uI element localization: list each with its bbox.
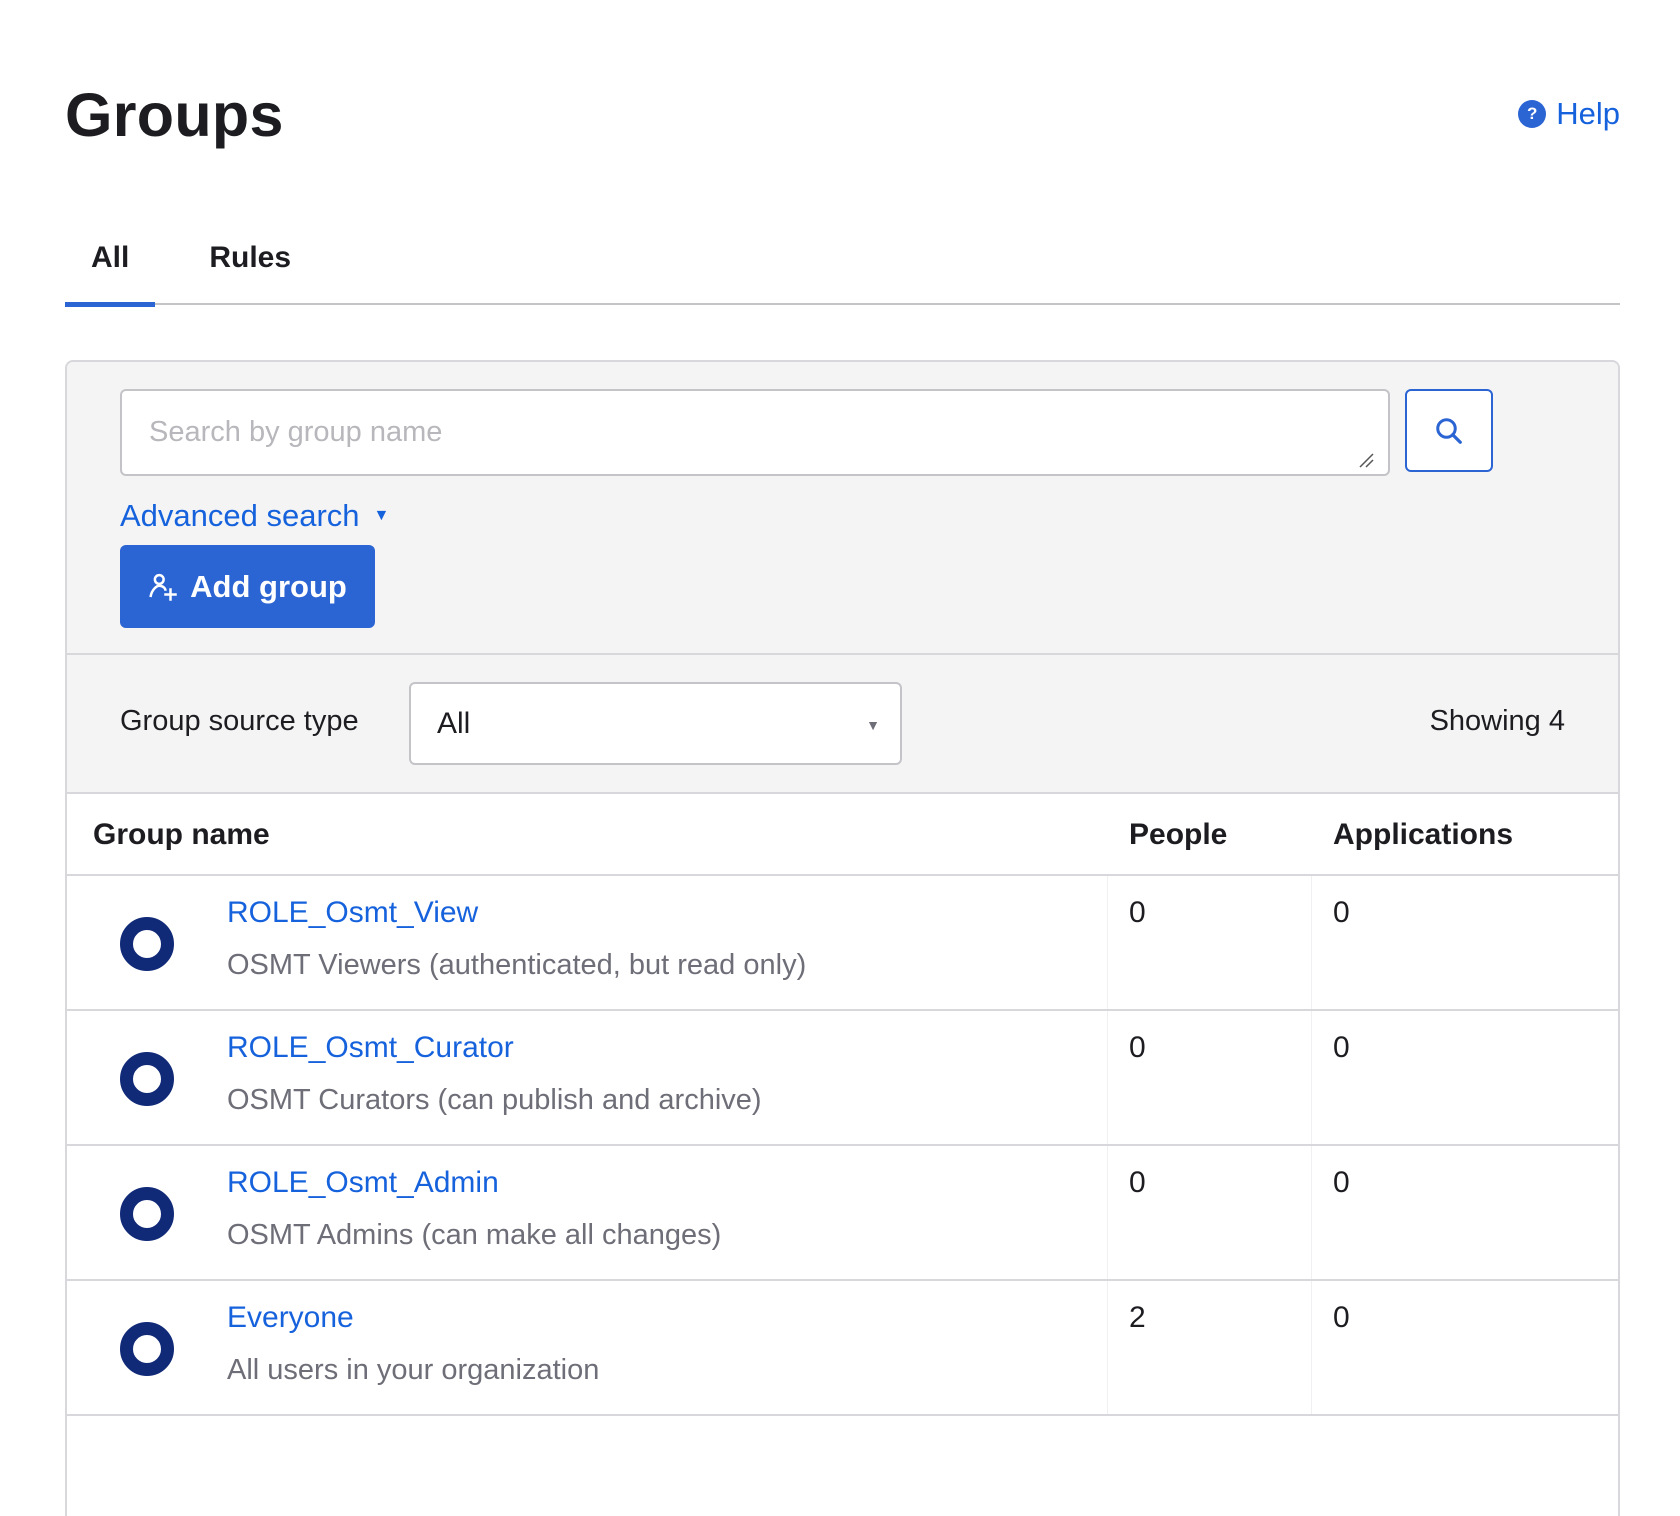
group-description: OSMT Curators (can publish and archive) <box>227 1084 762 1116</box>
group-source-type-select[interactable]: All ▼ <box>409 682 902 765</box>
resize-grip-icon[interactable] <box>1358 452 1374 468</box>
group-source-type-label: Group source type <box>120 705 359 737</box>
applications-count: 0 <box>1333 1031 1350 1064</box>
column-header-group-name[interactable]: Group name <box>93 818 270 852</box>
filter-row: Group source type All ▼ Showing 4 <box>67 655 1618 794</box>
chevron-down-icon: ▼ <box>866 717 880 733</box>
select-value: All <box>437 706 471 740</box>
search-input[interactable] <box>120 389 1390 476</box>
group-description: OSMT Admins (can make all changes) <box>227 1219 722 1251</box>
table-row: ROLE_Osmt_Curator OSMT Curators (can pub… <box>67 1011 1618 1146</box>
table-header: Group name People Applications <box>67 794 1618 876</box>
column-header-people[interactable]: People <box>1129 818 1227 852</box>
group-name-link[interactable]: ROLE_Osmt_Admin <box>227 1166 499 1200</box>
people-count: 0 <box>1129 896 1146 929</box>
column-divider <box>1107 1281 1108 1414</box>
column-divider <box>1107 1011 1108 1144</box>
column-divider <box>1311 1281 1312 1414</box>
help-link[interactable]: ? Help <box>1518 96 1620 132</box>
applications-count: 0 <box>1333 1301 1350 1334</box>
column-divider <box>1311 876 1312 1009</box>
group-icon <box>120 1187 174 1241</box>
people-count: 0 <box>1129 1166 1146 1199</box>
result-count: Showing 4 <box>1429 705 1565 737</box>
group-icon <box>120 1322 174 1376</box>
group-icon <box>120 917 174 971</box>
page-title: Groups <box>65 81 284 149</box>
add-group-label: Add group <box>190 568 347 604</box>
column-divider <box>1311 1011 1312 1144</box>
group-name-link[interactable]: ROLE_Osmt_View <box>227 896 478 930</box>
column-divider <box>1107 1146 1108 1279</box>
add-user-icon <box>149 573 177 601</box>
applications-count: 0 <box>1333 1166 1350 1199</box>
people-count: 0 <box>1129 1031 1146 1064</box>
groups-panel: Advanced search ▼ Add group Group source… <box>65 360 1620 1516</box>
help-icon: ? <box>1518 100 1547 128</box>
group-icon <box>120 1052 174 1106</box>
search-icon <box>1436 417 1462 444</box>
search-section: Advanced search ▼ Add group <box>67 362 1618 655</box>
search-button[interactable] <box>1405 389 1493 472</box>
advanced-search-toggle[interactable]: Advanced search ▼ <box>120 498 389 534</box>
add-group-button[interactable]: Add group <box>120 545 375 628</box>
caret-down-icon: ▼ <box>373 507 390 524</box>
column-divider <box>1311 1146 1312 1279</box>
group-name-link[interactable]: Everyone <box>227 1301 354 1335</box>
tab-bar: All Rules <box>65 228 1620 307</box>
table-row: Everyone All users in your organization … <box>67 1281 1618 1416</box>
people-count: 2 <box>1129 1301 1146 1334</box>
group-description: OSMT Viewers (authenticated, but read on… <box>227 949 807 981</box>
table-row: ROLE_Osmt_View OSMT Viewers (authenticat… <box>67 876 1618 1011</box>
table-row: ROLE_Osmt_Admin OSMT Admins (can make al… <box>67 1146 1618 1281</box>
group-name-link[interactable]: ROLE_Osmt_Curator <box>227 1031 514 1065</box>
tab-all[interactable]: All <box>65 228 156 307</box>
column-divider <box>1107 876 1108 1009</box>
tab-rules[interactable]: Rules <box>183 228 317 305</box>
advanced-search-label: Advanced search <box>120 498 360 533</box>
help-label: Help <box>1556 96 1620 131</box>
applications-count: 0 <box>1333 896 1350 929</box>
group-description: All users in your organization <box>227 1354 600 1386</box>
column-header-applications[interactable]: Applications <box>1333 818 1513 852</box>
